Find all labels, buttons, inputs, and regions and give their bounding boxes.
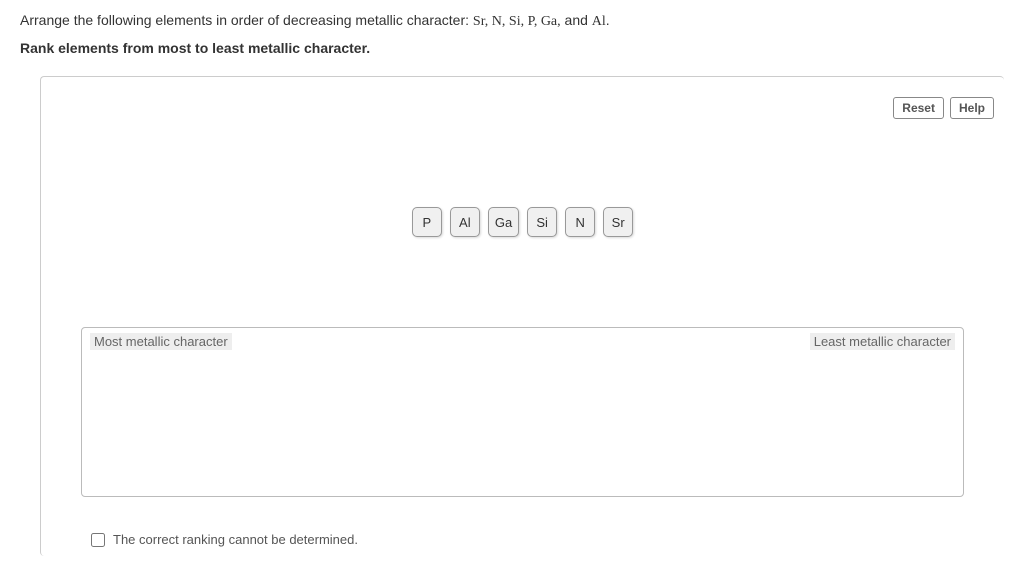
most-metallic-label: Most metallic character <box>90 333 232 350</box>
drop-container: Most metallic character Least metallic c… <box>81 327 964 497</box>
question-and: and <box>561 12 592 28</box>
tile-p[interactable]: P <box>412 207 442 237</box>
tile-sr[interactable]: Sr <box>603 207 633 237</box>
question-last-element: Al <box>592 14 606 29</box>
ranking-drop-zone[interactable]: Most metallic character Least metallic c… <box>81 327 964 497</box>
question-text: Arrange the following elements in order … <box>20 12 1004 30</box>
least-metallic-label: Least metallic character <box>810 333 955 350</box>
question-prefix: Arrange the following elements in order … <box>20 12 473 28</box>
question-elements: Sr, N, Si, P, Ga, <box>473 14 561 29</box>
cannot-determine-label[interactable]: The correct ranking cannot be determined… <box>113 532 358 547</box>
cannot-determine-row: The correct ranking cannot be determined… <box>91 532 358 547</box>
cannot-determine-checkbox[interactable] <box>91 533 105 547</box>
tiles-area: P Al Ga Si N Sr <box>41 207 1004 237</box>
tile-al[interactable]: Al <box>450 207 480 237</box>
reset-button[interactable]: Reset <box>893 97 944 119</box>
tile-ga[interactable]: Ga <box>488 207 519 237</box>
question-period: . <box>606 12 610 28</box>
tile-n[interactable]: N <box>565 207 595 237</box>
tile-si[interactable]: Si <box>527 207 557 237</box>
help-button[interactable]: Help <box>950 97 994 119</box>
toolbar: Reset Help <box>893 97 994 119</box>
workspace-panel: Reset Help P Al Ga Si N Sr Most metallic… <box>40 76 1004 556</box>
instruction-text: Rank elements from most to least metalli… <box>20 40 1004 56</box>
